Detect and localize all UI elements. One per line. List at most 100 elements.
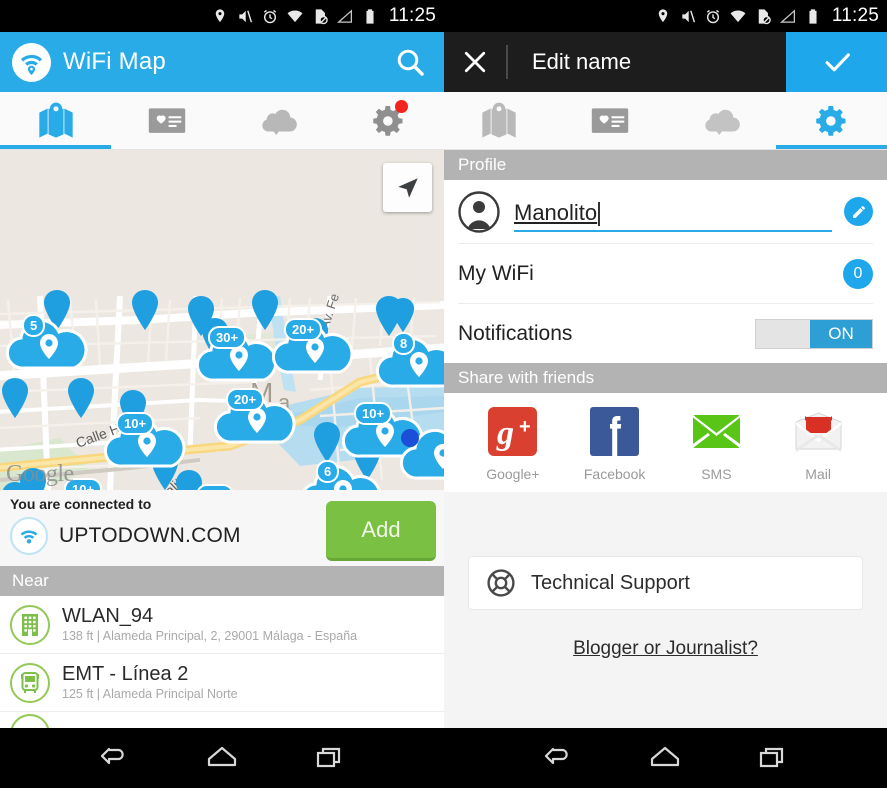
profile-section-header: Profile bbox=[444, 150, 887, 180]
edit-bar-title: Edit name bbox=[532, 49, 632, 74]
location-icon bbox=[658, 8, 668, 22]
recents-icon[interactable] bbox=[750, 738, 796, 778]
wifi-circle-icon bbox=[10, 517, 48, 555]
map-cluster[interactable] bbox=[300, 456, 386, 490]
share-mail[interactable]: Mail bbox=[767, 405, 869, 482]
settings-notification-badge bbox=[395, 100, 408, 113]
mute-icon bbox=[239, 10, 252, 22]
back-arrow-icon[interactable] bbox=[535, 738, 581, 778]
building-icon bbox=[10, 604, 50, 645]
tab-saved[interactable] bbox=[111, 92, 222, 149]
right-nav-bar bbox=[444, 728, 887, 788]
technical-support-button[interactable]: Technical Support bbox=[468, 556, 863, 610]
name-row: Manolito bbox=[444, 180, 887, 243]
settings-body: Profile Manolito My WiFi 0 Notifications… bbox=[444, 150, 887, 788]
home-icon[interactable] bbox=[199, 738, 245, 778]
notifications-row[interactable]: Notifications ON bbox=[458, 303, 873, 363]
tab-download[interactable] bbox=[666, 92, 777, 149]
tab-saved[interactable] bbox=[555, 92, 666, 149]
facebook-icon bbox=[588, 405, 641, 458]
map-cluster[interactable] bbox=[6, 310, 92, 374]
tab-settings[interactable] bbox=[776, 92, 887, 149]
back-arrow-icon[interactable] bbox=[91, 738, 137, 778]
left-tab-bar bbox=[0, 92, 444, 150]
wifi-icon bbox=[287, 10, 303, 22]
tab-settings[interactable] bbox=[333, 92, 444, 149]
list-item[interactable]: EMT - Línea 2 125 ft | Alameda Principal… bbox=[0, 654, 444, 712]
avatar-icon bbox=[458, 190, 500, 233]
alarm-icon bbox=[706, 9, 719, 23]
map-pin[interactable] bbox=[390, 298, 416, 332]
list-item-title: WLAN_94 bbox=[62, 605, 154, 627]
map-pin[interactable] bbox=[66, 378, 96, 418]
cluster-badge[interactable]: 6 bbox=[316, 460, 340, 483]
tab-download[interactable] bbox=[222, 92, 333, 149]
cluster-badge[interactable]: 20+ bbox=[284, 318, 323, 341]
notifications-toggle[interactable]: ON bbox=[755, 318, 873, 349]
confirm-button[interactable] bbox=[786, 32, 887, 92]
left-phone-pane: 11:25 WiFi Map a Av. Fe Calle H 5 30+ 20… bbox=[0, 0, 444, 788]
map-pin[interactable] bbox=[130, 290, 160, 330]
sms-icon bbox=[690, 405, 743, 458]
share-label: Google+ bbox=[486, 466, 540, 482]
name-input-value: Manolito bbox=[514, 199, 598, 225]
my-wifi-row[interactable]: My WiFi 0 bbox=[458, 243, 873, 303]
sdcard-off-icon bbox=[758, 8, 771, 24]
cluster-badge[interactable]: 10+ bbox=[354, 402, 393, 425]
share-row: g + Google+ Facebook SMS Mail bbox=[444, 393, 887, 492]
share-google-plus[interactable]: g + Google+ bbox=[462, 405, 564, 482]
share-label: Mail bbox=[805, 466, 831, 482]
name-input[interactable]: Manolito bbox=[514, 192, 832, 232]
notifications-label: Notifications bbox=[458, 321, 573, 345]
left-nav-bar bbox=[0, 728, 444, 788]
cluster-badge[interactable]: 30+ bbox=[208, 326, 247, 349]
svg-text:+: + bbox=[519, 416, 531, 438]
status-clock: 11:25 bbox=[388, 5, 436, 26]
home-icon[interactable] bbox=[642, 738, 688, 778]
profile-card: Manolito My WiFi 0 Notifications ON bbox=[444, 180, 887, 363]
list-item-subtitle: 125 ft | Alameda Principal Norte bbox=[62, 687, 238, 701]
tab-map[interactable] bbox=[0, 92, 111, 149]
google-plus-icon: g + bbox=[486, 405, 539, 458]
list-item[interactable]: WLAN_94 138 ft | Alameda Principal, 2, 2… bbox=[0, 596, 444, 654]
my-wifi-label: My WiFi bbox=[458, 261, 534, 285]
share-facebook[interactable]: Facebook bbox=[564, 405, 666, 482]
cluster-badge[interactable]: 20+ bbox=[226, 388, 265, 411]
search-icon[interactable] bbox=[390, 42, 430, 82]
share-section-header: Share with friends bbox=[444, 363, 887, 393]
bus-icon bbox=[10, 662, 50, 703]
cluster-badge[interactable]: 10+ bbox=[116, 412, 155, 435]
status-clock: 11:25 bbox=[831, 5, 879, 26]
svg-text:g: g bbox=[496, 415, 514, 452]
alarm-icon bbox=[263, 9, 276, 23]
connected-ssid: UPTODOWN.COM bbox=[59, 524, 241, 547]
near-section-header: Near bbox=[0, 566, 444, 596]
blogger-journalist-link[interactable]: Blogger or Journalist? bbox=[444, 638, 887, 660]
list-item-subtitle: 138 ft | Alameda Principal, 2, 29001 Mál… bbox=[62, 629, 358, 643]
edit-action-bar: Edit name bbox=[444, 32, 887, 92]
my-wifi-count: 0 bbox=[843, 258, 873, 289]
connected-network-row: You are connected to UPTODOWN.COM Add bbox=[0, 490, 444, 566]
add-button[interactable]: Add bbox=[326, 501, 436, 561]
lifebuoy-icon bbox=[487, 569, 515, 597]
signal-icon bbox=[779, 8, 795, 23]
screen: 11:25 WiFi Map a Av. Fe Calle H 5 30+ 20… bbox=[0, 0, 887, 788]
list-item-title: EMT - Línea 2 bbox=[62, 663, 189, 685]
right-tab-bar bbox=[444, 92, 887, 150]
map-pin[interactable] bbox=[0, 378, 30, 418]
cluster-badge[interactable]: 5 bbox=[22, 314, 46, 337]
divider bbox=[506, 45, 508, 79]
recents-icon[interactable] bbox=[307, 738, 353, 778]
pencil-icon[interactable] bbox=[844, 197, 873, 226]
battery-icon bbox=[366, 8, 374, 24]
tab-map[interactable] bbox=[444, 92, 555, 149]
share-sms[interactable]: SMS bbox=[666, 405, 768, 482]
close-icon[interactable] bbox=[444, 32, 506, 92]
support-area: Technical Support Blogger or Journalist? bbox=[444, 492, 887, 660]
map-view[interactable]: M a Av. Fe Calle H Calle Salitre Ca bbox=[0, 150, 444, 490]
wifi-icon bbox=[730, 10, 746, 22]
cluster-badge[interactable]: 8 bbox=[392, 332, 416, 355]
navigate-arrow-icon[interactable] bbox=[383, 163, 432, 212]
share-label: Facebook bbox=[583, 466, 646, 482]
status-bar: 11:25 bbox=[444, 0, 887, 32]
